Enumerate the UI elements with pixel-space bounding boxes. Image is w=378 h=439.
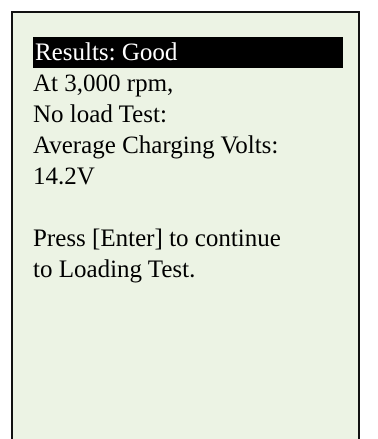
rpm-line: At 3,000 rpm, xyxy=(33,70,174,97)
instruction-line-1: Press [Enter] to continue xyxy=(33,225,281,252)
lcd-screen: Results: Good At 3,000 rpm, No load Test… xyxy=(11,11,360,439)
test-type-line: No load Test: xyxy=(33,101,167,128)
screen-content: Results: Good At 3,000 rpm, No load Test… xyxy=(33,37,362,285)
results-header: Results: Good xyxy=(33,37,343,68)
measurement-label: Average Charging Volts: xyxy=(33,132,279,159)
voltage-value: 14.2V xyxy=(33,163,95,190)
instruction-line-2: to Loading Test. xyxy=(33,256,196,283)
